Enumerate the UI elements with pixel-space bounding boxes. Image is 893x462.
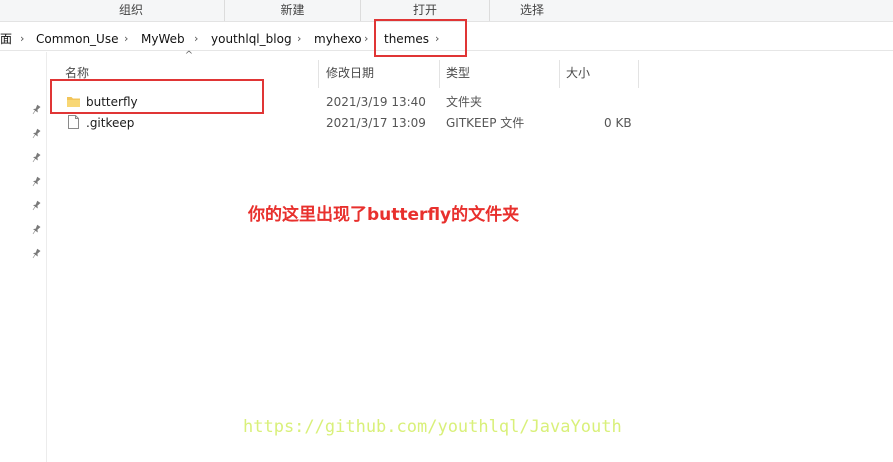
ribbon-group-select[interactable]: 选择 (490, 0, 574, 21)
chevron-right-icon[interactable]: › (297, 30, 301, 48)
pin-icon[interactable] (30, 200, 42, 212)
column-divider[interactable] (638, 60, 639, 88)
ribbon-group-new[interactable]: 新建 (225, 0, 361, 21)
file-type: 文件夹 (446, 95, 483, 109)
breadcrumb-item[interactable]: 面 (0, 30, 12, 48)
column-divider[interactable] (559, 60, 560, 88)
ribbon-group-organize[interactable]: 组织 (38, 0, 225, 21)
chevron-right-icon[interactable]: › (364, 30, 368, 48)
file-modified: 2021/3/19 13:40 (326, 95, 426, 109)
chevron-right-icon[interactable]: › (194, 30, 198, 48)
file-modified: 2021/3/17 13:09 (326, 116, 426, 130)
breadcrumb-item[interactable]: MyWeb (141, 30, 185, 48)
file-type: GITKEEP 文件 (446, 116, 525, 130)
ribbon-group-label: 组织 (118, 3, 143, 17)
file-name: .gitkeep (86, 116, 135, 130)
ribbon-group-label: 选择 (519, 3, 544, 17)
breadcrumb-item[interactable]: Common_Use (36, 30, 118, 48)
file-size: 0 KB (604, 116, 632, 130)
highlight-box-butterfly (50, 79, 264, 114)
pin-icon[interactable] (30, 176, 42, 188)
ribbon-group-label: 新建 (280, 3, 305, 17)
sort-up-icon: ^ (184, 50, 194, 61)
chevron-right-icon[interactable]: › (20, 30, 24, 48)
annotation-text: 你的这里出现了butterfly的文件夹 (248, 205, 520, 225)
column-header-type[interactable]: 类型 (446, 61, 470, 85)
column-header-modified[interactable]: 修改日期 (326, 61, 374, 85)
file-icon (68, 115, 79, 129)
ribbon-group-label: 打开 (412, 3, 437, 17)
column-divider[interactable] (318, 60, 319, 88)
chevron-right-icon[interactable]: › (124, 30, 128, 48)
pin-icon[interactable] (30, 248, 42, 260)
file-row[interactable]: .gitkeep 2021/3/17 13:09 GITKEEP 文件 0 KB (0, 112, 893, 134)
watermark-url: https://github.com/youthlql/JavaYouth (243, 417, 622, 437)
column-header-size[interactable]: 大小 (566, 61, 590, 85)
pin-icon[interactable] (30, 152, 42, 164)
column-divider[interactable] (439, 60, 440, 88)
breadcrumb-item[interactable]: myhexo (314, 30, 362, 48)
pin-icon[interactable] (30, 224, 42, 236)
breadcrumb-item[interactable]: youthlql_blog (211, 30, 292, 48)
ribbon-group-open[interactable]: 打开 (361, 0, 490, 21)
